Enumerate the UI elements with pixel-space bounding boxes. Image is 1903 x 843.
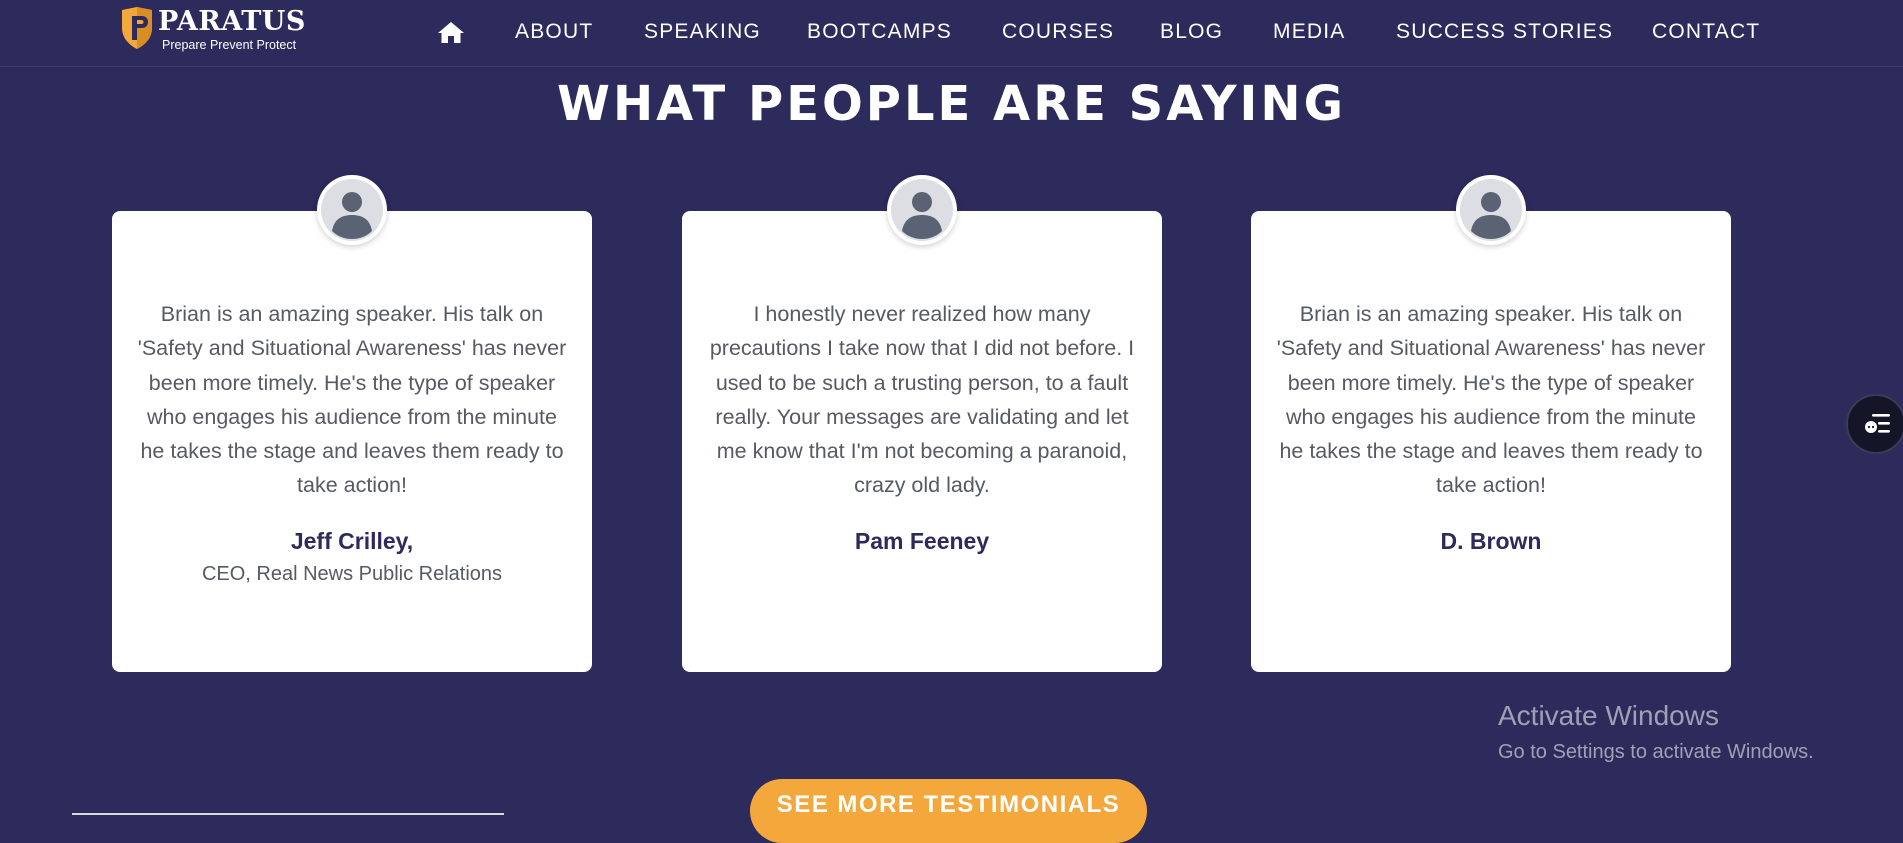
activate-windows-title: Activate Windows (1498, 700, 1719, 731)
section-heading: WHAT PEOPLE ARE SAYING (557, 76, 1346, 132)
testimonial-card: Brian is an amazing speaker. His talk on… (1251, 175, 1731, 672)
testimonial-quote: Brian is an amazing speaker. His talk on… (1276, 302, 1706, 498)
nav-success-stories[interactable]: SUCCESS STORIES (1396, 18, 1613, 46)
nav-courses[interactable]: COURSES (1002, 18, 1114, 46)
nav-contact[interactable]: CONTACT (1652, 18, 1760, 46)
user-avatar-icon (891, 179, 953, 241)
testimonial-quote: I honestly never realized how many preca… (709, 302, 1135, 498)
shield-icon (122, 7, 152, 49)
testimonial-card: I honestly never realized how many preca… (682, 175, 1162, 672)
nav-about[interactable]: ABOUT (515, 18, 593, 46)
chat-menu-icon (1865, 414, 1890, 433)
brand-tagline: Prepare Prevent Protect (162, 38, 297, 52)
nav-blog[interactable]: BLOG (1160, 18, 1223, 46)
testimonial-card: Brian is an amazing speaker. His talk on… (112, 175, 592, 672)
testimonial-quote: Brian is an amazing speaker. His talk on… (137, 302, 567, 498)
avatar (1456, 175, 1526, 245)
avatar (317, 175, 387, 245)
testimonial-author: Pam Feeney (854, 528, 990, 554)
logo[interactable]: PARATUS Prepare Prevent Protect (118, 6, 338, 54)
activate-windows-subtitle: Go to Settings to activate Windows. (1498, 741, 1814, 763)
testimonial-author: D. Brown (1440, 528, 1542, 554)
nav-bootcamps[interactable]: BOOTCAMPS (807, 18, 952, 46)
top-navbar: PARATUS Prepare Prevent Protect ABOUT SP… (0, 0, 1903, 67)
brand-name: PARATUS (158, 6, 306, 37)
see-more-testimonials-button[interactable]: SEE MORE TESTIMONIALS (750, 779, 1147, 843)
nav-home-link[interactable] (437, 20, 465, 44)
testimonial-role: CEO, Real News Public Relations (201, 563, 503, 585)
user-avatar-icon (1460, 179, 1522, 241)
testimonial-author: Jeff Crilley, (290, 528, 414, 554)
avatar (887, 175, 957, 245)
home-icon (438, 22, 464, 43)
nav-speaking[interactable]: SPEAKING (644, 18, 761, 46)
user-avatar-icon (321, 179, 383, 241)
nav-media[interactable]: MEDIA (1273, 18, 1346, 46)
chat-widget-button[interactable] (1846, 394, 1903, 454)
